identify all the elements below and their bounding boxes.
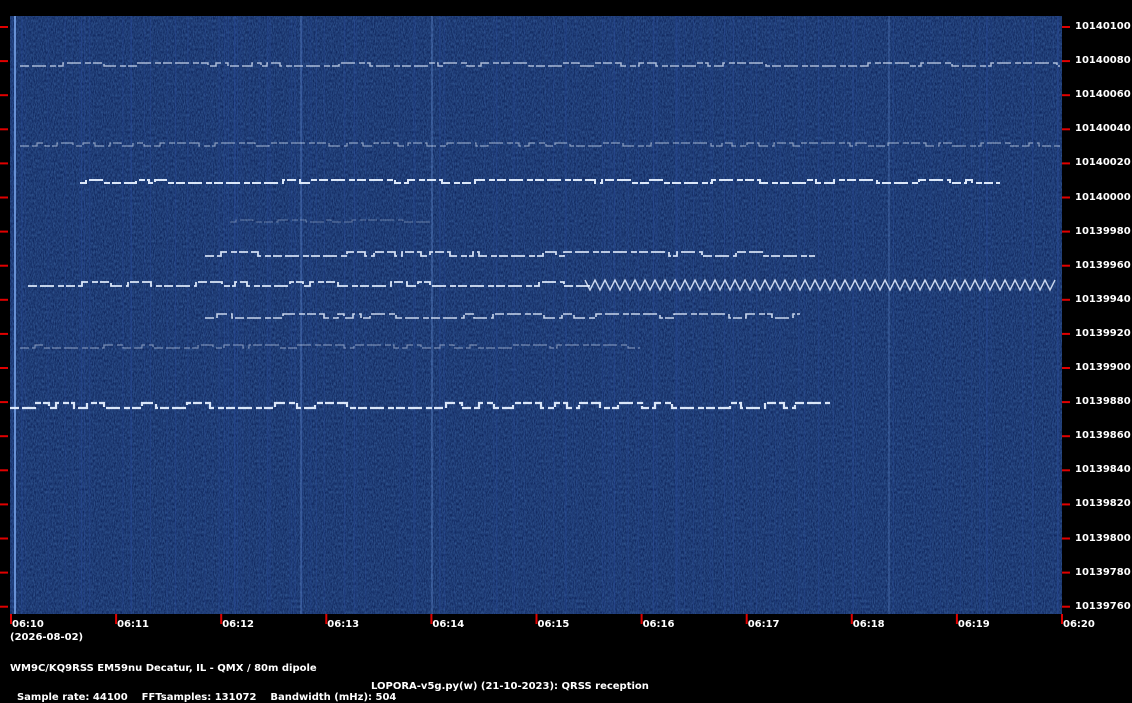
frequency-label: 10139880 (1075, 396, 1131, 408)
date-label: (2026-08-02) (10, 632, 84, 643)
time-label: 06:16 (642, 619, 675, 630)
fft-samples: FFTsamples: 131072 (141, 692, 257, 703)
waterfall-noise (10, 16, 1062, 614)
spectrogram (0, 16, 1070, 624)
frequency-label: 10140040 (1075, 123, 1131, 135)
frequency-label: 10140060 (1075, 89, 1131, 101)
frequency-label: 10139980 (1075, 225, 1131, 237)
frequency-label: 10139900 (1075, 362, 1131, 373)
time-label: 06:13 (327, 619, 360, 630)
frequency-label: 10139960 (1075, 259, 1131, 271)
frequency-label: 10140080 (1075, 55, 1131, 67)
frequency-label: 10139820 (1075, 498, 1131, 510)
time-label: 06:19 (957, 619, 990, 630)
frequency-label: 10139860 (1075, 430, 1131, 442)
frequency-label: 10140020 (1075, 157, 1131, 169)
frequency-label: 10139780 (1075, 566, 1131, 578)
time-label: 06:20 (1063, 619, 1095, 630)
frequency-label: 10140000 (1075, 191, 1131, 203)
bandwidth: Bandwidth (mHz): 504 (270, 692, 397, 703)
time-label: 06:11 (117, 619, 149, 630)
capture-parameters: Sample rate: 44100 FFTsamples: 131072 Ba… (10, 681, 396, 703)
frequency-label: 10139940 (1075, 293, 1131, 305)
frequency-label: 10139840 (1075, 464, 1131, 476)
software-info: LOPORA-v5g.py(w) (21-10-2023): QRSS rece… (371, 681, 649, 692)
frequency-label: 10139760 (1075, 600, 1131, 612)
time-label: 06:15 (537, 619, 570, 630)
station-info: WM9C/KQ9RSS EM59nu Decatur, IL - QMX / 8… (10, 663, 317, 674)
time-label: 06:12 (222, 619, 255, 630)
frequency-label: 10139800 (1075, 532, 1131, 544)
time-label: 06:14 (432, 619, 465, 630)
sample-rate: Sample rate: 44100 (16, 692, 128, 703)
time-label: 06:17 (747, 619, 780, 630)
time-label: 06:18 (852, 619, 885, 630)
frequency-label: 10139920 (1075, 327, 1131, 339)
time-label: 06:10 (12, 619, 44, 630)
frequency-label: 10140100 (1075, 21, 1131, 32)
